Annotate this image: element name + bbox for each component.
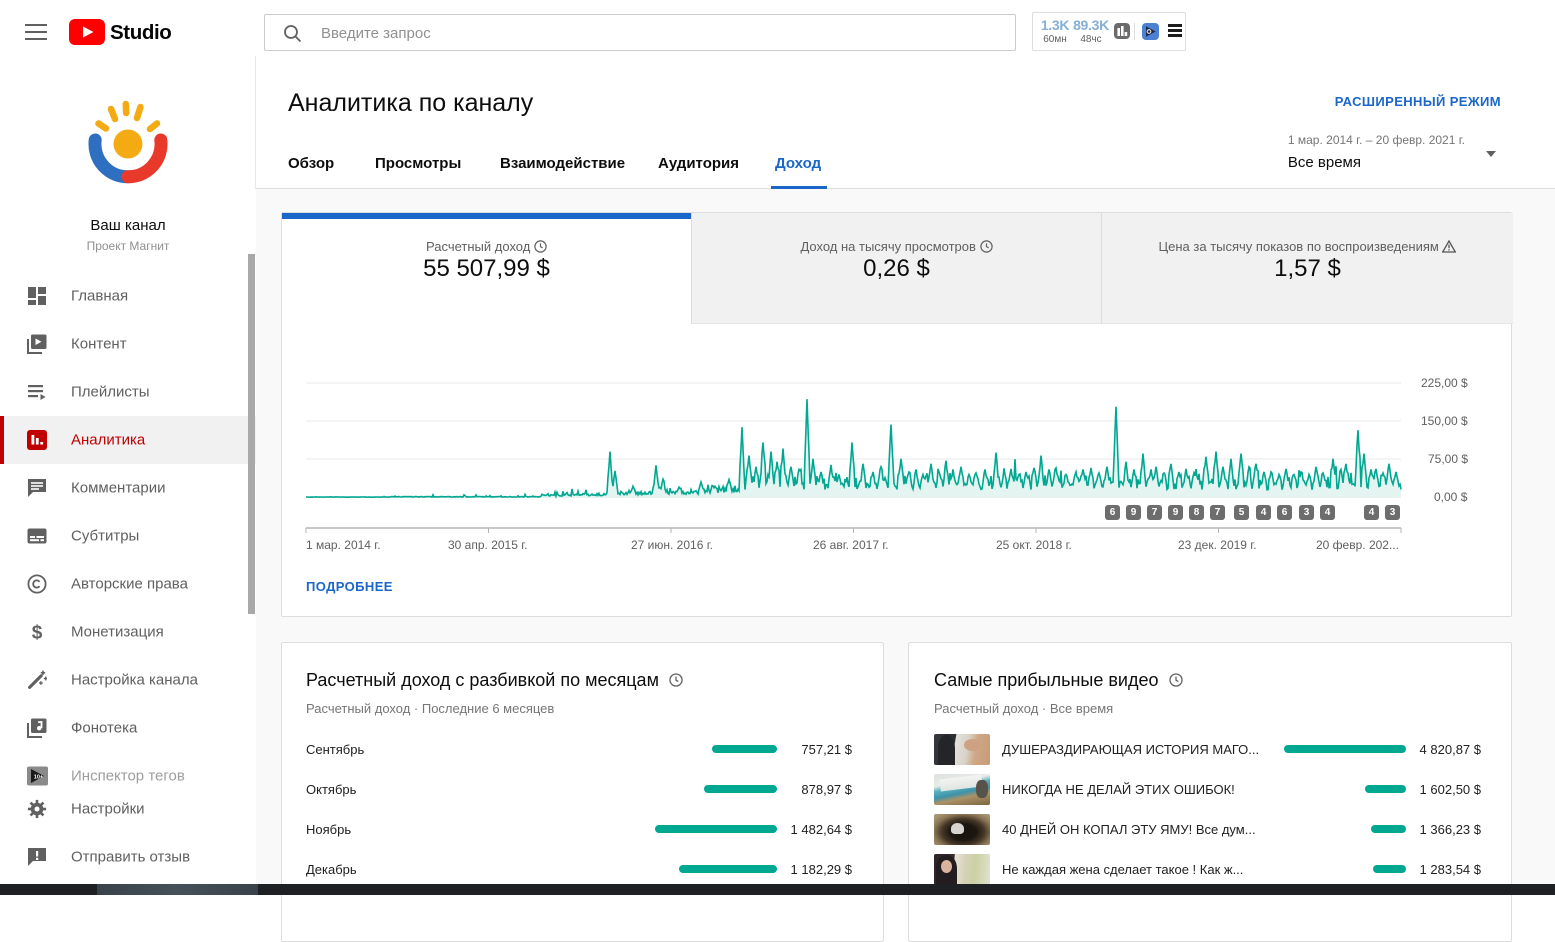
svg-text:$: $: [32, 623, 43, 643]
svg-text:Studio: Studio: [110, 21, 171, 44]
svg-text:10+: 10+: [34, 775, 43, 781]
